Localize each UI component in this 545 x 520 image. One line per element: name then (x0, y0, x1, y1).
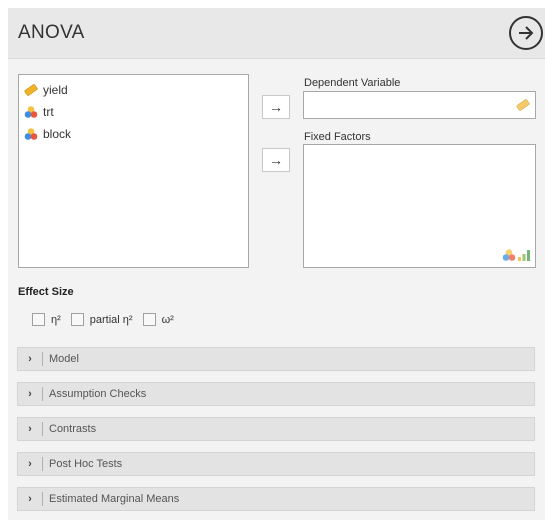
divider (42, 387, 43, 401)
chevron-right-icon: › (28, 423, 32, 435)
section-label: Model (49, 353, 79, 365)
fixed-factors-label: Fixed Factors (304, 131, 371, 143)
variable-block[interactable]: block (19, 123, 248, 145)
chevron-right-icon: › (28, 458, 32, 470)
variable-label: yield (43, 83, 68, 97)
analysis-panel: yield trt block → → Dependent Variable F… (8, 59, 545, 520)
analysis-header: ANOVA (8, 8, 545, 59)
section-assumption-checks[interactable]: › Assumption Checks (17, 382, 535, 406)
ruler-continuous-icon (24, 83, 38, 97)
section-post-hoc-tests[interactable]: › Post Hoc Tests (17, 452, 535, 476)
variable-trt[interactable]: trt (19, 101, 248, 123)
ordinal-bars-icon (517, 248, 531, 262)
section-contrasts[interactable]: › Contrasts (17, 417, 535, 441)
ruler-continuous-icon (516, 98, 530, 112)
partial-eta-squared-label: partial η² (89, 313, 133, 326)
variable-label: block (43, 127, 72, 141)
chevron-right-icon: › (28, 353, 32, 365)
section-label: Assumption Checks (49, 388, 147, 400)
section-model[interactable]: › Model (17, 347, 535, 371)
section-label: Estimated Marginal Means (49, 493, 180, 505)
section-label: Post Hoc Tests (49, 458, 123, 470)
variable-yield[interactable]: yield (19, 79, 248, 101)
arrow-circle-right-icon (519, 26, 534, 40)
fixed-factors-box[interactable] (303, 144, 536, 268)
chevron-right-icon: › (28, 493, 32, 505)
eta-squared-checkbox[interactable] (32, 313, 45, 326)
partial-eta-squared-checkbox[interactable] (70, 313, 84, 326)
move-to-fixed-factors-button[interactable]: → (262, 148, 290, 172)
omega-squared-checkbox[interactable] (142, 313, 156, 326)
divider (42, 457, 43, 471)
arrow-right-icon: → (269, 99, 283, 115)
divider (42, 492, 43, 506)
run-analysis-button[interactable] (509, 16, 543, 50)
nominal-circles-icon (502, 248, 516, 262)
eta-squared-label: η² (51, 313, 61, 326)
available-variables-list[interactable]: yield trt block (18, 74, 249, 268)
factor-type-icons (502, 248, 531, 262)
divider (42, 422, 43, 436)
section-label: Contrasts (49, 423, 97, 435)
variable-label: trt (43, 105, 54, 119)
omega-squared-label: ω² (161, 313, 174, 326)
arrow-right-icon: → (269, 152, 283, 168)
analysis-title: ANOVA (18, 22, 85, 43)
section-estimated-marginal-means[interactable]: › Estimated Marginal Means (17, 487, 535, 511)
nominal-circles-icon (24, 105, 38, 119)
chevron-right-icon: › (28, 388, 32, 400)
divider (42, 352, 43, 366)
effect-size-options: η² partial η² ω² (32, 313, 184, 326)
effect-size-heading: Effect Size (18, 286, 74, 298)
nominal-circles-icon (24, 127, 38, 141)
dependent-variable-box[interactable] (303, 91, 536, 119)
move-to-dependent-button[interactable]: → (262, 95, 290, 119)
dependent-variable-label: Dependent Variable (304, 77, 401, 89)
